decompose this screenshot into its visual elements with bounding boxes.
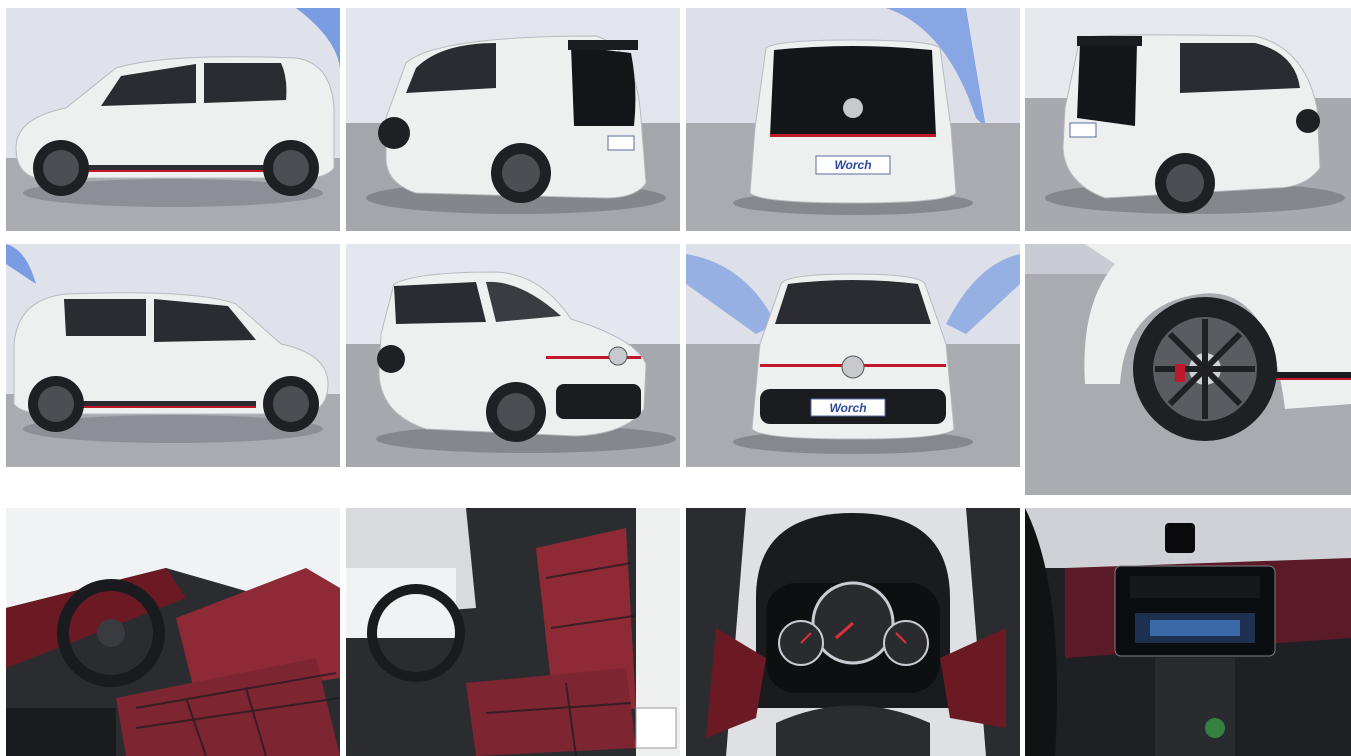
interior-driver-image	[6, 508, 340, 756]
photo-thumb-console[interactable]	[1025, 508, 1351, 756]
dealer-plate-text: Worch	[834, 158, 871, 172]
photo-thumb-rear[interactable]: Worch	[686, 8, 1020, 231]
car-front-image: Worch	[686, 244, 1020, 467]
photo-thumb-front-quarter[interactable]	[346, 244, 680, 467]
car-side-image	[6, 8, 340, 231]
car-front-quarter-image	[346, 244, 680, 467]
photo-thumb-side-left[interactable]	[6, 8, 340, 231]
photo-thumb-front[interactable]: Worch	[686, 244, 1020, 467]
car-rear-image: Worch	[686, 8, 1020, 231]
photo-thumb-rear-quarter-left[interactable]	[346, 8, 680, 231]
photo-thumb-wheel[interactable]	[1025, 244, 1351, 495]
photo-gallery: Worch Worch	[0, 0, 1351, 756]
car-side-right-image	[6, 244, 340, 467]
car-rear-quarter-right-image	[1025, 8, 1351, 231]
photo-thumb-interior-seat[interactable]	[346, 508, 680, 756]
center-console-image	[1025, 508, 1351, 756]
photo-thumb-rear-quarter-right[interactable]	[1025, 8, 1351, 231]
photo-thumb-interior-driver[interactable]	[6, 508, 340, 756]
wheel-detail-image	[1025, 244, 1351, 495]
instrument-cluster-image	[686, 508, 1020, 756]
photo-thumb-instruments[interactable]	[686, 508, 1020, 756]
car-rear-quarter-image	[346, 8, 680, 231]
dealer-plate-text: Worch	[829, 401, 866, 415]
interior-seat-image	[346, 508, 680, 756]
photo-thumb-side-right[interactable]	[6, 244, 340, 467]
